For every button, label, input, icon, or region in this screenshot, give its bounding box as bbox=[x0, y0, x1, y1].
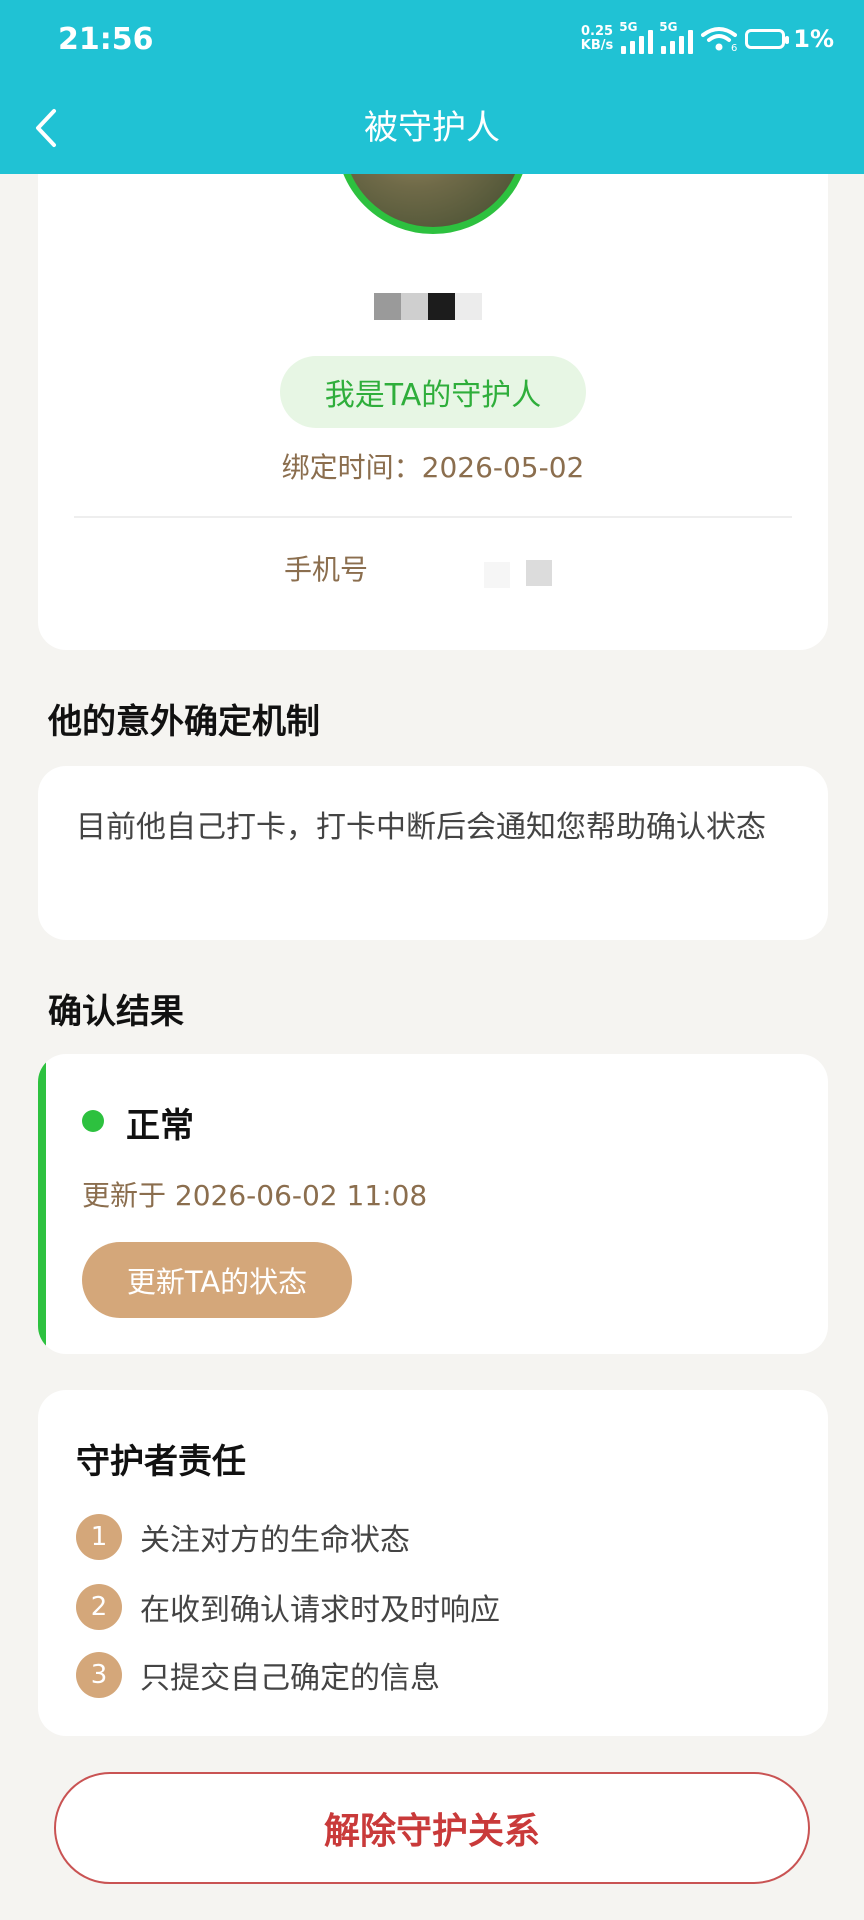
battery-percent: 1% bbox=[793, 25, 834, 53]
duty-number: 3 bbox=[76, 1652, 122, 1698]
signal-type-label: 5G bbox=[619, 20, 638, 34]
duty-text: 只提交自己确定的信息 bbox=[140, 1661, 440, 1696]
duty-text: 在收到确认请求时及时响应 bbox=[140, 1593, 500, 1628]
network-speed-unit: KB/s bbox=[580, 38, 614, 53]
status-dot-icon bbox=[82, 1110, 104, 1132]
duty-item: 3 只提交自己确定的信息 bbox=[76, 1652, 440, 1698]
duties-title: 守护者责任 bbox=[76, 1442, 246, 1482]
update-status-button[interactable]: 更新TA的状态 bbox=[82, 1242, 352, 1318]
signal-icon: 5G bbox=[619, 20, 654, 54]
mechanism-card: 目前他自己打卡，打卡中断后会通知您帮助确认状态 bbox=[38, 766, 828, 940]
result-section-title: 确认结果 bbox=[48, 992, 184, 1032]
battery-icon bbox=[745, 29, 790, 49]
masked-phone-part bbox=[484, 562, 510, 588]
unbind-button[interactable]: 解除守护关系 bbox=[54, 1772, 810, 1884]
wifi-label: 6 bbox=[731, 43, 737, 52]
duty-number: 2 bbox=[76, 1584, 122, 1630]
divider bbox=[74, 516, 792, 518]
signal-type-label-2: 5G bbox=[659, 20, 678, 34]
status-text: 正常 bbox=[126, 1106, 194, 1146]
duty-item: 2 在收到确认请求时及时响应 bbox=[76, 1584, 500, 1630]
duty-number: 1 bbox=[76, 1514, 122, 1560]
mechanism-section-title: 他的意外确定机制 bbox=[48, 702, 320, 742]
result-accent-bar bbox=[38, 1054, 46, 1354]
wifi-icon: 6 bbox=[701, 26, 738, 54]
status-time: 21:56 bbox=[58, 22, 154, 57]
network-speed: 0.25 KB/s bbox=[581, 25, 613, 53]
signal-icon-2: 5G bbox=[659, 20, 694, 54]
role-badge: 我是TA的守护人 bbox=[280, 356, 586, 428]
duty-text: 关注对方的生命状态 bbox=[140, 1523, 410, 1558]
mechanism-description: 目前他自己打卡，打卡中断后会通知您帮助确认状态 bbox=[76, 810, 766, 845]
top-bar: 21:56 0.25 KB/s 5G 5G 6 1% 被守护人 bbox=[0, 0, 864, 174]
network-speed-value: 0.25 bbox=[580, 24, 614, 39]
bind-time: 绑定时间：2026-05-02 bbox=[281, 451, 585, 484]
masked-phone bbox=[526, 560, 552, 586]
duty-item: 1 关注对方的生命状态 bbox=[76, 1514, 410, 1560]
update-time: 更新于 2026-06-02 11:08 bbox=[82, 1179, 428, 1212]
duties-card: 守护者责任 1 关注对方的生命状态 2 在收到确认请求时及时响应 3 只提交自己… bbox=[38, 1390, 828, 1736]
result-card: 正常 更新于 2026-06-02 11:08 更新TA的状态 bbox=[38, 1054, 828, 1354]
page-title: 被守护人 bbox=[364, 108, 500, 148]
status-icons: 0.25 KB/s 5G 5G 6 1% bbox=[581, 20, 834, 54]
phone-label: 手机号 bbox=[284, 553, 369, 586]
masked-name bbox=[374, 293, 482, 320]
